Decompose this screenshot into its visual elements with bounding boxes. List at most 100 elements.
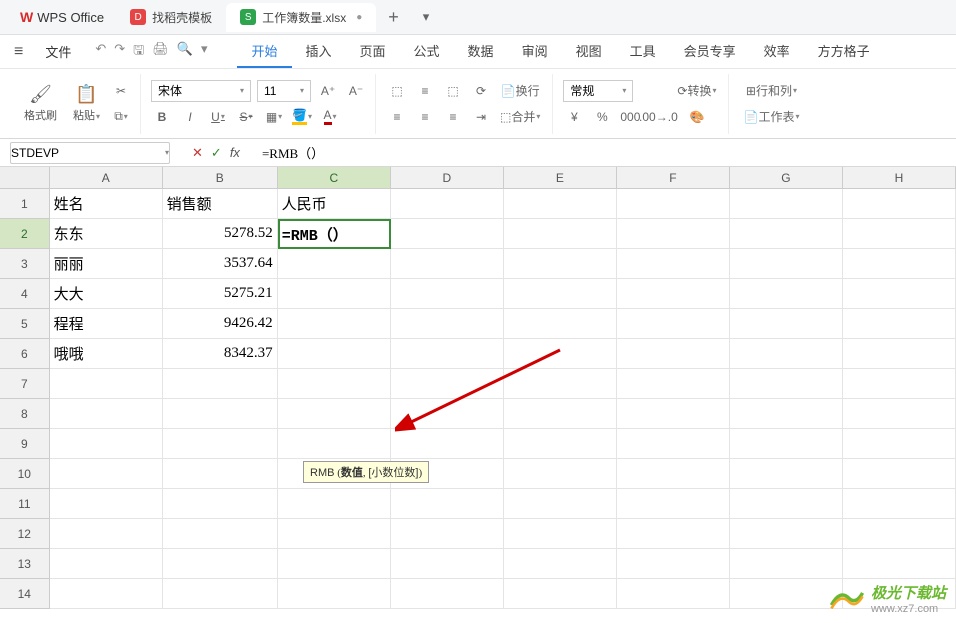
row-header-14[interactable]: 14: [0, 579, 50, 609]
cell-C7[interactable]: [278, 369, 391, 399]
cell-H5[interactable]: [843, 309, 956, 339]
tab-insert[interactable]: 插入: [292, 35, 346, 68]
col-header-H[interactable]: H: [843, 167, 956, 188]
col-header-G[interactable]: G: [730, 167, 843, 188]
cell-G1[interactable]: [730, 189, 843, 219]
cell-A7[interactable]: [50, 369, 163, 399]
cell-B1[interactable]: 销售额: [163, 189, 278, 219]
cell-D13[interactable]: [391, 549, 504, 579]
cell-F10[interactable]: [617, 459, 730, 489]
cell-D8[interactable]: [391, 399, 504, 429]
align-bottom-button[interactable]: ⬚: [442, 80, 464, 102]
cell-G14[interactable]: [730, 579, 843, 609]
file-menu[interactable]: 文件: [35, 38, 81, 65]
cell-G3[interactable]: [730, 249, 843, 279]
paste-button[interactable]: 📋粘贴▾: [67, 80, 106, 127]
row-header-4[interactable]: 4: [0, 279, 50, 309]
fill-color-button[interactable]: 🪣▾: [291, 106, 313, 128]
cell-C5[interactable]: [278, 309, 391, 339]
cell-E2[interactable]: [504, 219, 617, 249]
qat-more[interactable]: ▾: [201, 41, 208, 63]
cell-D12[interactable]: [391, 519, 504, 549]
tab-efficiency[interactable]: 效率: [750, 35, 804, 68]
cell-C14[interactable]: [278, 579, 391, 609]
cell-F2[interactable]: [617, 219, 730, 249]
cell-H2[interactable]: [843, 219, 956, 249]
cell-D7[interactable]: [391, 369, 504, 399]
cell-E1[interactable]: [504, 189, 617, 219]
col-header-B[interactable]: B: [163, 167, 278, 188]
cell-H11[interactable]: [843, 489, 956, 519]
cell-F5[interactable]: [617, 309, 730, 339]
worksheet-button[interactable]: 📄 工作表▾: [739, 106, 803, 128]
align-right-button[interactable]: ≡: [442, 106, 464, 128]
row-header-9[interactable]: 9: [0, 429, 50, 459]
merge-button[interactable]: ⬚ 合并▾: [496, 106, 544, 128]
cell-G9[interactable]: [730, 429, 843, 459]
cell-D1[interactable]: [391, 189, 504, 219]
cell-D14[interactable]: [391, 579, 504, 609]
cell-B4[interactable]: 5275.21: [163, 279, 278, 309]
cell-H13[interactable]: [843, 549, 956, 579]
cell-C9[interactable]: [278, 429, 391, 459]
col-header-A[interactable]: A: [50, 167, 163, 188]
font-name-combo[interactable]: 宋体▾: [151, 80, 251, 102]
cell-B12[interactable]: [163, 519, 278, 549]
cell-G6[interactable]: [730, 339, 843, 369]
cell-D6[interactable]: [391, 339, 504, 369]
cell-H9[interactable]: [843, 429, 956, 459]
cell-G11[interactable]: [730, 489, 843, 519]
cell-G5[interactable]: [730, 309, 843, 339]
col-header-C[interactable]: C: [278, 167, 391, 188]
tab-tools[interactable]: 工具: [616, 35, 670, 68]
cell-A12[interactable]: [50, 519, 163, 549]
row-header-7[interactable]: 7: [0, 369, 50, 399]
select-all-corner[interactable]: [0, 167, 50, 188]
cell-G8[interactable]: [730, 399, 843, 429]
cell-A14[interactable]: [50, 579, 163, 609]
row-header-11[interactable]: 11: [0, 489, 50, 519]
cell-B3[interactable]: 3537.64: [163, 249, 278, 279]
format-button[interactable]: 🎨: [673, 106, 720, 128]
preview-button[interactable]: 🔍: [177, 41, 193, 63]
tab-data[interactable]: 数据: [454, 35, 508, 68]
row-header-1[interactable]: 1: [0, 189, 50, 219]
row-header-12[interactable]: 12: [0, 519, 50, 549]
tab-view[interactable]: 视图: [562, 35, 616, 68]
cut-button[interactable]: ✂: [110, 80, 132, 102]
cell-E5[interactable]: [504, 309, 617, 339]
row-header-13[interactable]: 13: [0, 549, 50, 579]
number-format-combo[interactable]: 常规▾: [563, 80, 633, 102]
strike-button[interactable]: S▾: [235, 106, 257, 128]
cell-F12[interactable]: [617, 519, 730, 549]
cell-H6[interactable]: [843, 339, 956, 369]
tab-member[interactable]: 会员专享: [670, 35, 750, 68]
cell-C3[interactable]: [278, 249, 391, 279]
cell-D9[interactable]: [391, 429, 504, 459]
fx-icon[interactable]: fx: [230, 145, 240, 160]
increase-font-button[interactable]: A⁺: [317, 80, 339, 102]
undo-button[interactable]: ↶: [95, 41, 106, 63]
cell-H1[interactable]: [843, 189, 956, 219]
cell-C1[interactable]: 人民币: [278, 189, 391, 219]
cell-G12[interactable]: [730, 519, 843, 549]
row-header-2[interactable]: 2: [0, 219, 50, 249]
cell-E14[interactable]: [504, 579, 617, 609]
font-size-combo[interactable]: 11▾: [257, 80, 311, 102]
tab-review[interactable]: 审阅: [508, 35, 562, 68]
font-color-button[interactable]: A▾: [319, 106, 341, 128]
border-button[interactable]: ▦▾: [263, 106, 285, 128]
cell-E9[interactable]: [504, 429, 617, 459]
align-top-button[interactable]: ⬚: [386, 80, 408, 102]
italic-button[interactable]: I: [179, 106, 201, 128]
cell-E4[interactable]: [504, 279, 617, 309]
cell-C11[interactable]: [278, 489, 391, 519]
align-middle-button[interactable]: ≡: [414, 80, 436, 102]
row-header-3[interactable]: 3: [0, 249, 50, 279]
cell-E3[interactable]: [504, 249, 617, 279]
cell-B11[interactable]: [163, 489, 278, 519]
cell-C8[interactable]: [278, 399, 391, 429]
cell-E13[interactable]: [504, 549, 617, 579]
cell-H4[interactable]: [843, 279, 956, 309]
cell-D4[interactable]: [391, 279, 504, 309]
